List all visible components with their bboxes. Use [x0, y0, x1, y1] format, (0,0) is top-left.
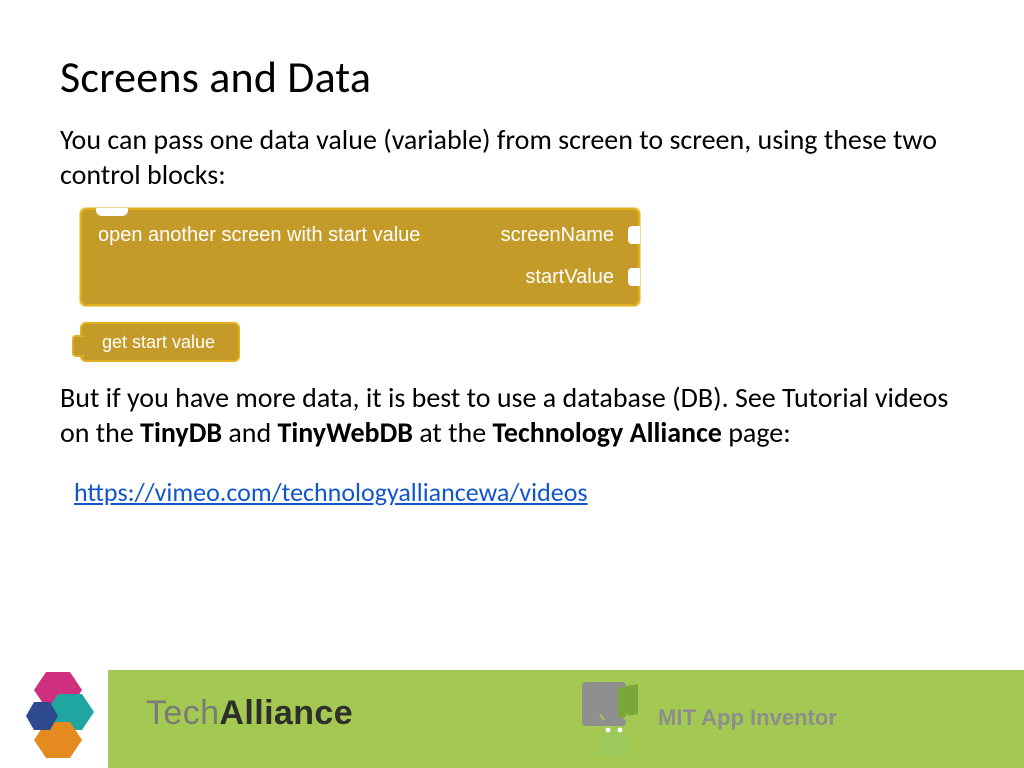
open-screen-block-arg2: startValue — [525, 266, 614, 289]
db-paragraph: But if you have more data, it is best to… — [60, 380, 964, 450]
techalliance-wordmark: TechAlliance — [146, 694, 353, 733]
open-screen-block-label: open another screen with start value — [98, 224, 420, 247]
slide-title: Screens and Data — [60, 50, 964, 104]
intro-paragraph: You can pass one data value (variable) f… — [60, 122, 964, 192]
footer: TechAlliance MIT App Inventor — [0, 670, 1024, 768]
get-start-value-block: get start value — [80, 322, 240, 362]
techalliance-logo-icon — [24, 672, 102, 764]
code-blocks-area: open another screen with start value scr… — [80, 208, 964, 362]
vimeo-link[interactable]: https://vimeo.com/technologyalliancewa/v… — [74, 476, 588, 508]
mit-app-inventor-label: MIT App Inventor — [658, 705, 837, 731]
get-start-value-label: get start value — [102, 332, 215, 353]
open-screen-block: open another screen with start value scr… — [80, 208, 640, 306]
open-screen-block-arg1: screenName — [501, 224, 614, 247]
mit-app-inventor-badge: MIT App Inventor — [578, 678, 837, 758]
android-icon — [578, 678, 648, 758]
